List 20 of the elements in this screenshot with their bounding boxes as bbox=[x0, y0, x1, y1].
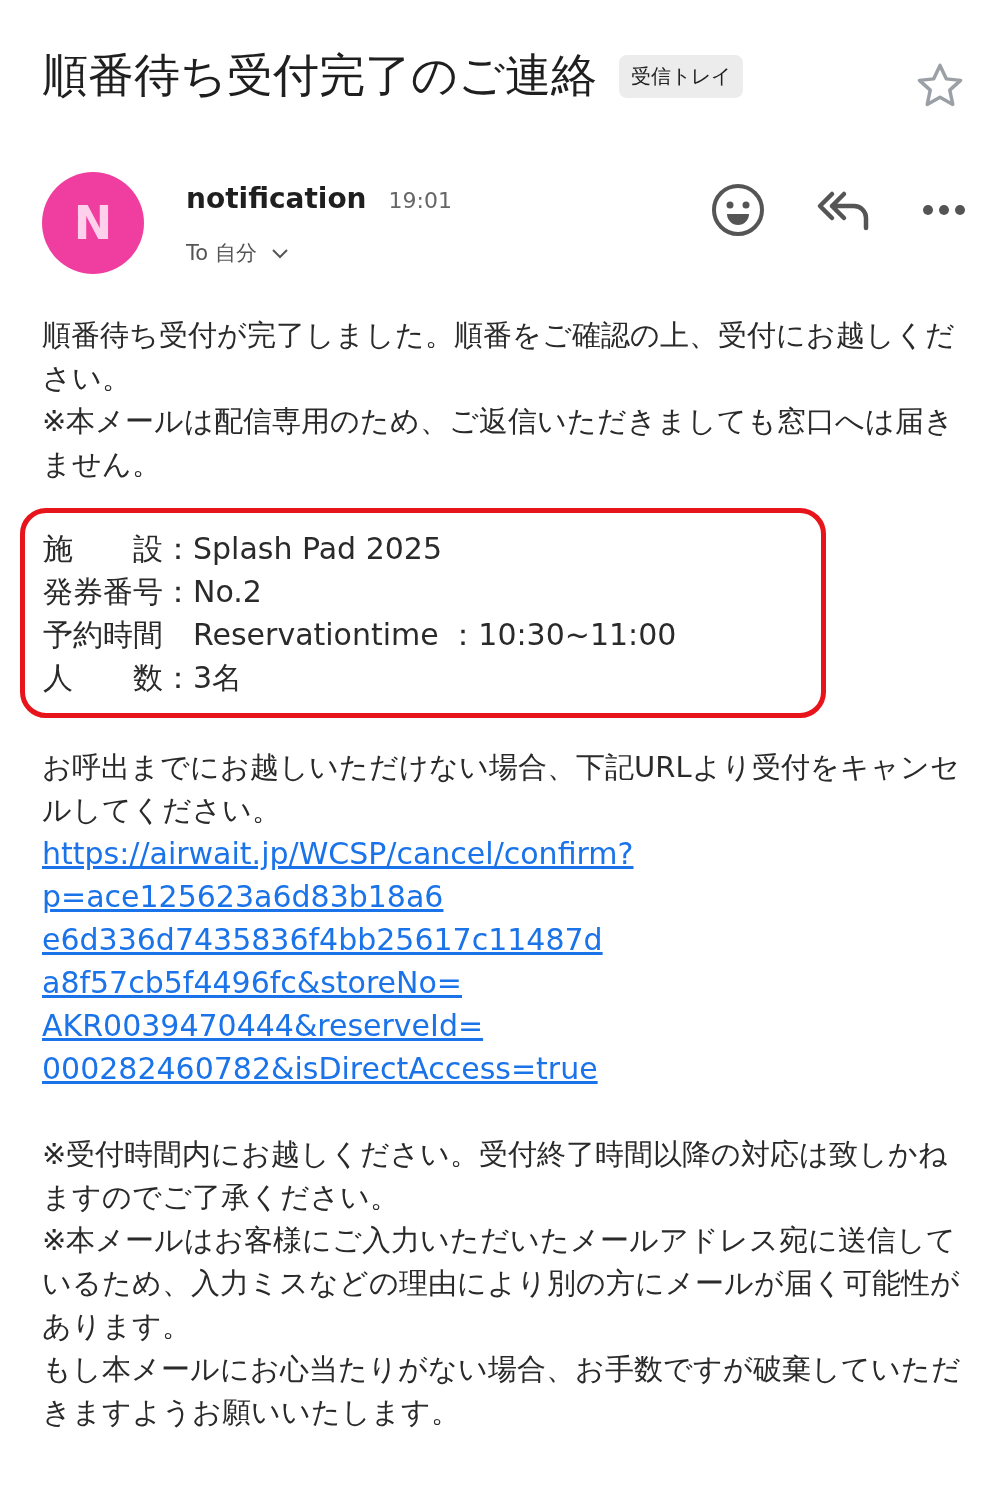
body-paragraph: ※本メールはお客様にご入力いただいたメールアドレス宛に送信しているため、入力ミスなどの理由により別の方にメールが届く可能性があります。 bbox=[42, 1222, 961, 1345]
emoji-reaction-button[interactable] bbox=[710, 182, 766, 238]
recipient-toggle[interactable]: To 自分 bbox=[186, 239, 452, 267]
detail-line: 人 数：3名 bbox=[43, 660, 243, 695]
inbox-label: 受信トレイ bbox=[619, 54, 743, 98]
detail-line: 施 設：Splash Pad 2025 bbox=[43, 531, 443, 566]
cancel-link[interactable]: https://airwait.jp/WCSP/cancel/confirm? p=ace125623a6d83b18a6 e6d336d7435836f4bb25617c11487d a8f57cb5f4496fc&storeNo= AKR0039470444&reserveId= 000282460782&isDirectAccess=true bbox=[42, 832, 966, 1090]
sender-avatar: N bbox=[42, 172, 144, 274]
body-paragraph: ※受付時間内にお越しください。受付終了時間以降の対応は致しかねますのでご了承ください。 bbox=[42, 1136, 950, 1216]
more-options-button[interactable] bbox=[922, 204, 966, 216]
body-paragraph: ※本メールは配信専用のため、ご返信いただきましても窓口へは届きません。 bbox=[42, 403, 956, 483]
sender-name: notification bbox=[186, 182, 367, 215]
detail-line: 発券番号：No.2 bbox=[43, 574, 262, 609]
body-paragraph: お呼出までにお越しいただけない場合、下記URLより受付をキャンセルしてください。 bbox=[42, 749, 961, 829]
detail-line: 予約時間 Reservationtime ：10:30~11:00 bbox=[43, 617, 677, 652]
email-subject: 順番待ち受付完了のご連絡 bbox=[42, 47, 597, 104]
chevron-down-icon bbox=[270, 247, 289, 259]
sent-time: 19:01 bbox=[388, 188, 452, 213]
body-paragraph: 順番待ち受付が完了しました。順番をご確認の上、受付にお越しください。 bbox=[42, 317, 956, 397]
body-paragraph: もし本メールにお心当たりがない場合、お手数ですが破棄していただきますようお願いいたします。 bbox=[42, 1351, 962, 1431]
